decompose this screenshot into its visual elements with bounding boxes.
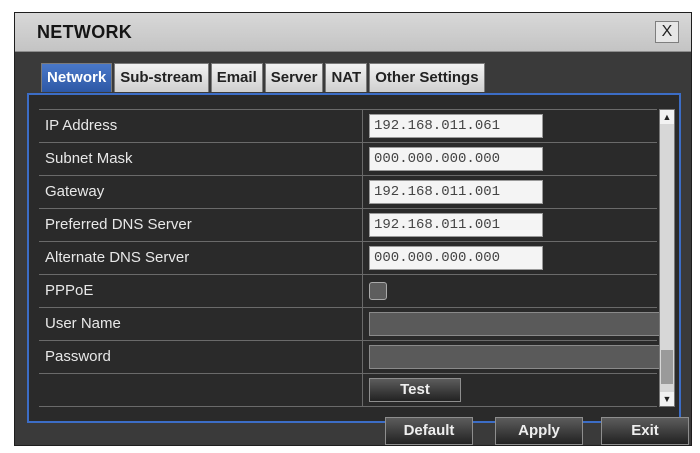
column-divider [362,176,363,208]
test-button[interactable]: Test [369,378,461,402]
tab-sub-stream[interactable]: Sub-stream [114,63,209,92]
subnet-mask-label: Subnet Mask [45,150,133,167]
default-button[interactable]: Default [385,417,473,445]
dialog-title: NETWORK [37,22,133,42]
alternate-dns-label: Alternate DNS Server [45,249,190,266]
column-divider [362,374,363,406]
subnet-mask-field[interactable]: 000.000.000.000 [369,147,543,171]
column-divider [362,242,363,274]
scroll-down-icon[interactable]: ▼ [660,392,674,406]
tab-nat[interactable]: NAT [325,63,368,92]
user-name-field[interactable] [369,312,661,336]
tab-server[interactable]: Server [264,63,324,92]
vertical-scrollbar[interactable]: ▲ ▼ [659,109,675,407]
row-gateway: Gateway 192.168.011.001 [39,176,657,209]
gateway-label: Gateway [45,183,105,200]
settings-table: IP Address 192.168.011.061 Subnet Mask 0… [39,109,661,407]
tab-email[interactable]: Email [210,63,263,92]
exit-button[interactable]: Exit [601,417,689,445]
tab-network[interactable]: Network [41,63,113,92]
ip-address-label: IP Address [45,117,118,134]
row-preferred-dns: Preferred DNS Server 192.168.011.001 [39,209,657,242]
row-pppoe: PPPoE [39,275,657,308]
column-divider [362,308,363,340]
column-divider [362,209,363,241]
column-divider [362,275,363,307]
row-test: Test [39,374,657,407]
network-dialog: NETWORK X Network Sub-stream Email Serve… [14,12,692,446]
alternate-dns-field[interactable]: 000.000.000.000 [369,246,543,270]
column-divider [362,110,363,142]
gateway-field[interactable]: 192.168.011.001 [369,180,543,204]
row-subnet-mask: Subnet Mask 000.000.000.000 [39,143,657,176]
row-alternate-dns: Alternate DNS Server 000.000.000.000 [39,242,657,275]
row-password: Password [39,341,661,374]
scroll-up-icon[interactable]: ▲ [660,110,674,124]
preferred-dns-label: Preferred DNS Server [45,216,192,233]
row-ip-address: IP Address 192.168.011.061 [39,109,657,143]
column-divider [362,143,363,175]
apply-button[interactable]: Apply [495,417,583,445]
row-user-name: User Name [39,308,661,341]
scrollbar-thumb[interactable] [661,350,673,384]
network-settings-panel: IP Address 192.168.011.061 Subnet Mask 0… [27,93,681,423]
user-name-label: User Name [45,315,121,332]
tab-bar: Network Sub-stream Email Server NAT Othe… [41,63,485,92]
password-field[interactable] [369,345,661,369]
preferred-dns-field[interactable]: 192.168.011.001 [369,213,543,237]
title-bar: NETWORK X [15,13,691,52]
column-divider [362,341,363,373]
tab-other-settings[interactable]: Other Settings [369,63,485,92]
close-icon[interactable]: X [655,21,679,43]
pppoe-label: PPPoE [45,282,94,299]
ip-address-field[interactable]: 192.168.011.061 [369,114,543,138]
pppoe-checkbox[interactable] [369,282,387,300]
password-label: Password [45,348,111,365]
